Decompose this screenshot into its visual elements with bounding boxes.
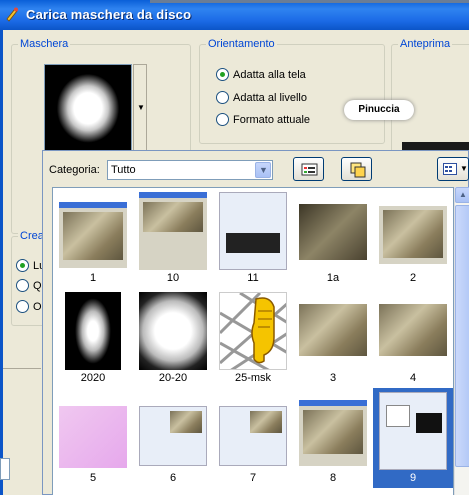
thumbnail-image [139,292,207,370]
mask-dropdown-button[interactable]: ▼ [133,64,147,156]
folder-list-icon [301,163,318,176]
thumbnail-caption: 11 [247,272,259,284]
thumbnail-item[interactable]: 20-20 [133,288,213,388]
thumbnail-item[interactable]: 25-msk [213,288,293,388]
thumbnail-image [219,192,287,270]
thumbnail-caption: 2020 [80,372,106,384]
thumbnail-item[interactable]: 5 [53,388,133,488]
thumbnail-image [379,392,447,470]
radio-fit-canvas[interactable]: Adatta alla tela [216,68,306,81]
radio-button[interactable] [216,91,229,104]
radio-button[interactable] [216,68,229,81]
app-icon [6,7,18,22]
thumbnail-caption: 7 [249,472,257,484]
radio-fit-layer[interactable]: Adatta al livello [216,91,307,104]
mask-preview-image [47,67,129,153]
thumbnail-item[interactable]: 11 [213,188,293,288]
preview-group-label: Anteprima [398,38,453,50]
scroll-up-button[interactable]: ▲ [455,187,469,203]
mask-browser-panel: Categoria: Tutto ▼ ▼ 1 10 11 1a 2 2020 2… [42,150,469,495]
thumbnail-image [379,206,447,264]
category-dropdown-button[interactable]: ▼ [255,162,271,178]
thumbnail-caption: 8 [329,472,337,484]
dropdown-arrow-icon: ▼ [137,103,145,112]
preview-group: Anteprima [391,38,469,154]
thumbnail-item[interactable]: 2020 [53,288,133,388]
category-select[interactable]: Tutto ▼ [107,160,273,180]
orientation-group-label: Orientamento [206,38,277,50]
thumbnail-caption: 9 [409,472,417,484]
thumbnail-item-selected[interactable]: 9 [373,388,453,488]
thumbnail-caption: 20-20 [158,372,188,384]
thumbnail-item[interactable]: 3 [293,288,373,388]
thumbnail-caption: 25-msk [234,372,272,384]
partial-field[interactable] [0,458,10,480]
view-options-button[interactable]: ▼ [437,157,469,181]
thumbnail-image [65,292,121,370]
thumbnail-item[interactable]: 2 [373,188,453,288]
scroll-thumb[interactable] [455,205,469,467]
pointing-hand-icon [220,293,286,369]
chevron-down-icon: ▼ [460,164,468,173]
radio-label: Formato attuale [233,113,311,126]
thumbnail-image [219,292,287,370]
radio-button[interactable] [16,279,29,292]
thumbnail-image [219,406,287,466]
radio-current-size[interactable]: Formato attuale [216,113,310,126]
thumbnail-image [59,202,127,268]
thumbnail-caption: 4 [409,372,417,384]
thumbnail-caption: 2 [409,272,417,284]
thumbnail-image [299,204,367,260]
thumbnail-item[interactable]: 8 [293,388,373,488]
radio-button[interactable] [16,300,29,313]
radio-create-1[interactable]: Lu [16,259,45,272]
thumbnail-caption: 5 [89,472,97,484]
preview-image-strip [402,142,469,150]
thumbnail-item[interactable]: 10 [133,188,213,288]
thumbnail-item[interactable]: 1 [53,188,133,288]
thumbnail-caption: 1a [326,272,340,284]
category-value: Tutto [111,164,136,176]
copy-icon [350,162,366,178]
copy-button[interactable] [341,157,372,181]
radio-button[interactable] [216,113,229,126]
divider [3,368,41,369]
thumbnail-caption: 10 [166,272,180,284]
thumbnail-image [59,406,127,468]
window-title: Carica maschera da disco [26,7,192,22]
thumbnail-image [139,192,207,270]
radio-label: Adatta alla tela [233,68,306,81]
thumbnail-item[interactable]: 7 [213,388,293,488]
chevron-up-icon: ▲ [459,190,467,199]
preview-logo: Pinuccia [344,100,414,120]
title-strip [150,0,469,3]
thumbnail-item[interactable]: 4 [373,288,453,388]
category-label: Categoria: [49,164,100,176]
thumbnail-image [139,406,207,466]
vertical-scrollbar[interactable]: ▲ [454,187,469,495]
thumbnail-caption: 3 [329,372,337,384]
mask-group-label: Maschera [18,38,71,50]
thumbnail-image [299,400,367,466]
chevron-down-icon: ▼ [259,165,268,175]
thumbnail-image [299,304,367,356]
thumbnail-caption: 1 [89,272,97,284]
title-bar[interactable]: Carica maschera da disco [0,0,469,30]
radio-label: Adatta al livello [233,91,307,104]
thumbnail-item[interactable]: 1a [293,188,373,288]
dialog-window: Carica maschera da disco Maschera Orient… [0,0,469,495]
file-locations-button[interactable] [293,157,324,181]
thumbnail-caption: 6 [169,472,177,484]
grid-view-icon [443,163,457,175]
thumbnail-grid: 1 10 11 1a 2 2020 20-20 25-msk 3 4 5 6 7… [52,187,454,495]
mask-preview[interactable] [44,64,132,156]
thumbnail-image [379,304,447,356]
radio-button[interactable] [16,259,29,272]
thumbnail-item[interactable]: 6 [133,388,213,488]
